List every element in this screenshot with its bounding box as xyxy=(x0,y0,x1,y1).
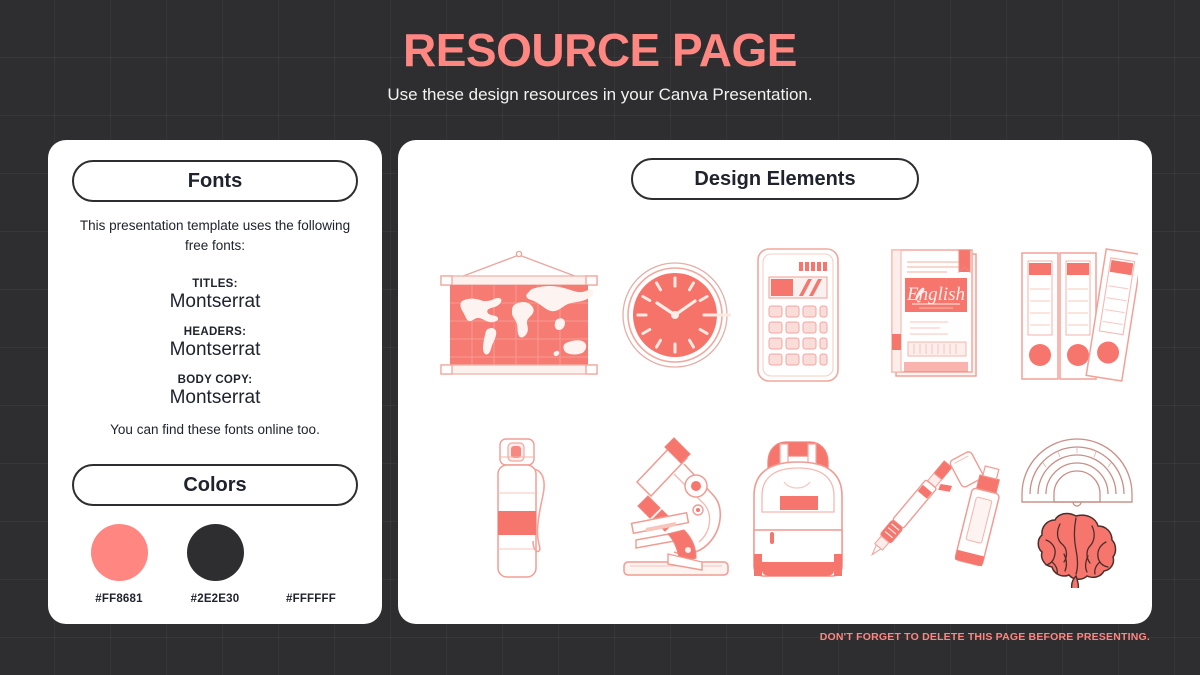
color-swatch: #FFFFFF xyxy=(270,524,352,605)
page-subtitle: Use these design resources in your Canva… xyxy=(387,84,813,104)
page-title: RESOURCE PAGE xyxy=(403,24,797,76)
colors-section-label: Colors xyxy=(183,473,247,496)
book-title-text: English xyxy=(906,284,965,305)
dark-swatch xyxy=(186,524,244,581)
font-name-value: Montserrat xyxy=(169,387,261,408)
delete-page-reminder: DON'T FORGET TO DELETE THIS PAGE BEFORE … xyxy=(819,631,1150,643)
salmon-swatch xyxy=(90,524,148,581)
slide-canvas: RESOURCE PAGE Use these design resources… xyxy=(0,0,1200,675)
white-swatch xyxy=(282,524,340,581)
water-bottle-illustration[interactable] xyxy=(482,433,556,583)
font-name-value: Montserrat xyxy=(169,339,261,360)
fonts-intro-text: This presentation template uses the foll… xyxy=(79,218,351,253)
rainbow-brain-illustration[interactable] xyxy=(1018,428,1136,588)
slide-header: RESOURCE PAGE Use these design resources… xyxy=(0,24,1200,105)
color-hex-label: #2E2E30 xyxy=(190,593,240,605)
design-elements-section-label: Design Elements xyxy=(694,167,856,190)
fonts-outro-text: You can find these fonts online too. xyxy=(110,422,320,437)
english-book-illustration[interactable]: English xyxy=(886,246,986,384)
microscope-illustration[interactable] xyxy=(610,434,740,582)
color-hex-label: #FF8681 xyxy=(95,593,143,605)
wall-clock-illustration[interactable] xyxy=(619,259,731,371)
backpack-illustration[interactable] xyxy=(740,434,856,582)
font-group-body-copy: BODY COPY: Montserrat xyxy=(72,374,358,409)
font-name-value: Montserrat xyxy=(169,291,261,312)
fonts-section-label: Fonts xyxy=(187,169,243,192)
color-swatch: #FF8681 xyxy=(78,524,160,605)
design-elements-grid: English xyxy=(428,218,1138,604)
calculator-illustration[interactable] xyxy=(755,246,841,384)
fonts-and-colors-card: Fonts This presentation template uses th… xyxy=(48,140,382,624)
font-role-label: BODY COPY: xyxy=(177,374,253,386)
font-role-label: HEADERS: xyxy=(183,326,247,338)
font-role-label: TITLES: xyxy=(192,278,238,290)
font-group-titles: TITLES: Montserrat xyxy=(72,278,358,313)
world-map-illustration[interactable] xyxy=(428,245,610,385)
colors-section-header: Colors xyxy=(72,464,358,506)
font-group-headers: HEADERS: Montserrat xyxy=(72,326,358,361)
color-swatch-row: #FF8681 #2E2E30 #FFFFFF xyxy=(72,524,358,605)
color-swatch: #2E2E30 xyxy=(174,524,256,605)
ring-binders-illustration[interactable] xyxy=(1016,245,1138,385)
color-hex-label: #FFFFFF xyxy=(286,593,336,605)
design-elements-card: Design Elements English xyxy=(398,140,1152,624)
pen-highlighter-illustration[interactable] xyxy=(856,438,1016,578)
fonts-section-header: Fonts xyxy=(72,160,358,202)
design-elements-section-header: Design Elements xyxy=(631,158,919,200)
